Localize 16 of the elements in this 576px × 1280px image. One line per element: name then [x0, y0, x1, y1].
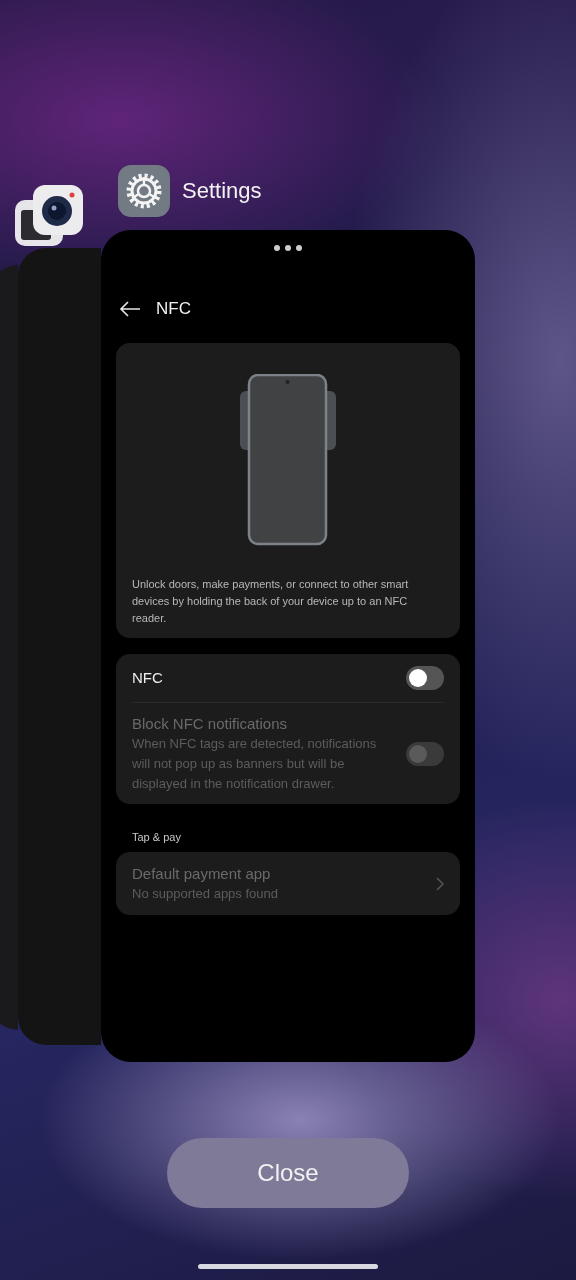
setting-description: When NFC tags are detected, notifications will not pop up as banners but will be displayed in the notification drawer.	[132, 735, 378, 793]
section-header: Tap & pay	[132, 831, 182, 843]
settings-icon[interactable]	[118, 165, 170, 217]
description-text: Unlock doors, make payments, or connect to other smart devices by holding the back of your device up to an NFC reader.	[132, 577, 410, 626]
setting-description: No supported apps found	[132, 885, 279, 903]
setting-label: NFC	[132, 668, 164, 688]
back-icon[interactable]	[119, 301, 141, 317]
chevron-icon	[436, 877, 444, 891]
toggle-switch[interactable]	[406, 666, 444, 690]
more-icon[interactable]	[274, 245, 302, 251]
camera-icon[interactable]	[33, 185, 83, 235]
screen-title: NFC	[156, 299, 191, 319]
setting-label: Block NFC notifications	[132, 714, 289, 734]
app-label: Settings	[182, 178, 262, 204]
close-button[interactable]: Close	[167, 1138, 409, 1208]
setting-label: Default payment app	[132, 864, 272, 884]
